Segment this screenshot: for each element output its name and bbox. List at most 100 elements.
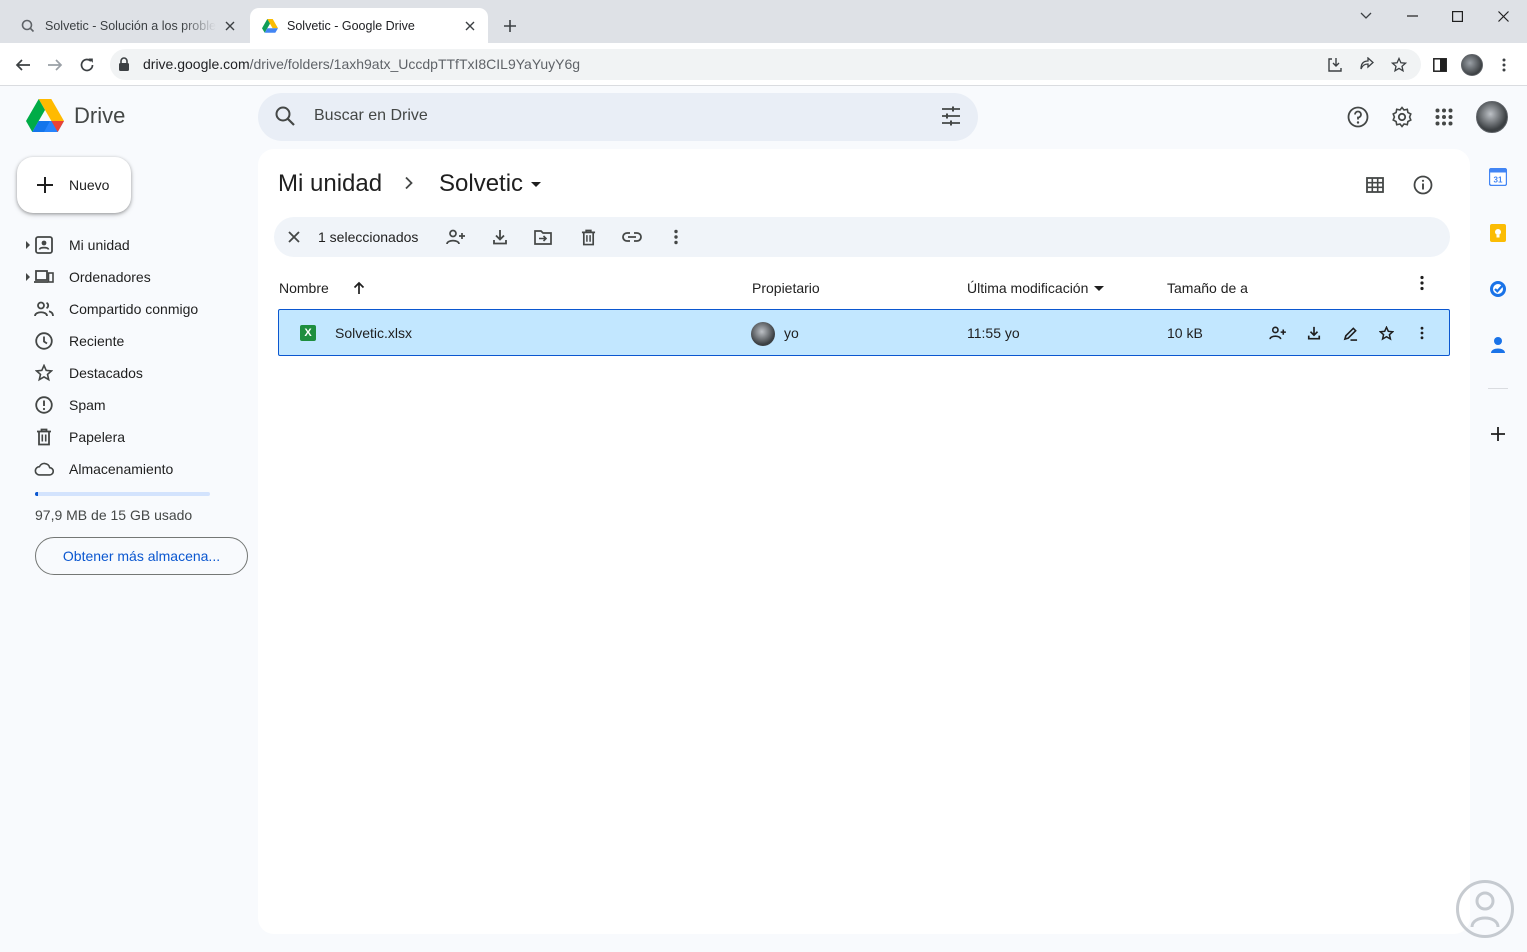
- breadcrumb-chevron-icon: [404, 176, 414, 195]
- new-button-label: Nuevo: [69, 177, 110, 193]
- window-minimize-button[interactable]: [1389, 0, 1435, 32]
- sidebar-item-shared[interactable]: Compartido conmigo: [0, 293, 250, 325]
- tab-close-icon[interactable]: [462, 18, 478, 34]
- star-icon: [34, 363, 54, 383]
- cloud-icon: [34, 459, 54, 479]
- sidebar-item-trash[interactable]: Papelera: [0, 421, 250, 453]
- solvetic-watermark-logo: [1456, 880, 1514, 938]
- get-more-storage-button[interactable]: Obtener más almacena...: [35, 537, 248, 575]
- sidebar-item-label: Spam: [69, 397, 106, 413]
- owner-avatar: [751, 322, 775, 346]
- expand-caret-icon[interactable]: [26, 273, 30, 281]
- settings-gear-icon[interactable]: [1388, 103, 1416, 131]
- calendar-icon[interactable]: 31: [1486, 165, 1510, 189]
- download-icon[interactable]: [488, 225, 512, 249]
- sort-ascending-arrow-icon[interactable]: [352, 281, 366, 295]
- install-app-icon[interactable]: [1325, 55, 1345, 75]
- sidebar-nav: Mi unidad Ordenadores Compartido conmigo…: [0, 229, 250, 485]
- tab-google-drive[interactable]: Solvetic - Google Drive: [250, 8, 488, 43]
- share-icon[interactable]: [1357, 55, 1377, 75]
- window-maximize-button[interactable]: [1434, 0, 1480, 32]
- copy-link-icon[interactable]: [620, 225, 644, 249]
- apps-grid-icon[interactable]: [1430, 103, 1458, 131]
- sidebar-item-label: Compartido conmigo: [69, 301, 199, 317]
- row-star-icon[interactable]: [1375, 322, 1397, 344]
- sidebar-item-spam[interactable]: Spam: [0, 389, 250, 421]
- plus-icon: [35, 175, 55, 195]
- window-collapse-icon[interactable]: [1343, 0, 1389, 32]
- window-close-button[interactable]: [1480, 0, 1526, 32]
- sidebar-item-storage[interactable]: Almacenamiento: [0, 453, 250, 485]
- move-folder-icon[interactable]: [531, 225, 555, 249]
- expand-caret-icon[interactable]: [26, 241, 30, 249]
- tab-close-icon[interactable]: [222, 18, 238, 34]
- drive-app: Drive Buscar en Drive Nuevo Mi unidad Or…: [0, 86, 1527, 952]
- sidebar-item-label: Papelera: [69, 429, 126, 445]
- file-row-selected[interactable]: X Solvetic.xlsx yo 11:55 yo 10 kB: [278, 309, 1450, 356]
- share-add-person-icon[interactable]: [444, 225, 468, 249]
- search-icon[interactable]: [274, 105, 296, 132]
- browser-menu-icon[interactable]: [1491, 52, 1517, 78]
- storage-progress-bar: [35, 492, 210, 496]
- solvetic-favicon-icon: [20, 18, 36, 34]
- search-bar[interactable]: Buscar en Drive: [258, 93, 978, 141]
- search-input[interactable]: Buscar en Drive: [314, 107, 428, 125]
- column-options-icon[interactable]: [1420, 275, 1424, 291]
- column-name[interactable]: Nombre: [279, 280, 366, 296]
- excel-file-icon: X: [300, 325, 316, 341]
- grid-view-icon[interactable]: [1363, 173, 1387, 197]
- file-owner: yo: [784, 325, 799, 341]
- forward-button[interactable]: [41, 51, 69, 79]
- sidebar-item-computers[interactable]: Ordenadores: [0, 261, 250, 293]
- keep-icon[interactable]: [1486, 221, 1510, 245]
- row-more-icon[interactable]: [1411, 322, 1433, 344]
- sidebar-item-label: Mi unidad: [69, 237, 130, 253]
- tab-title: Solvetic - Solución a los problem: [45, 18, 216, 33]
- delete-trash-icon[interactable]: [576, 225, 600, 249]
- lock-icon[interactable]: [118, 57, 130, 76]
- column-owner[interactable]: Propietario: [752, 280, 820, 296]
- file-name[interactable]: Solvetic.xlsx: [335, 325, 412, 341]
- spam-icon: [34, 395, 54, 415]
- new-tab-button[interactable]: [498, 14, 522, 38]
- breadcrumb-current-folder[interactable]: Solvetic: [439, 170, 542, 198]
- column-file-size[interactable]: Tamaño de a: [1167, 280, 1249, 296]
- row-share-icon[interactable]: [1267, 322, 1289, 344]
- sidebar-item-my-drive[interactable]: Mi unidad: [0, 229, 250, 261]
- back-button[interactable]: [9, 51, 37, 79]
- tasks-icon[interactable]: [1486, 277, 1510, 301]
- clear-selection-close-icon[interactable]: [282, 225, 306, 249]
- row-download-icon[interactable]: [1303, 322, 1325, 344]
- sidebar-item-label: Reciente: [69, 333, 125, 349]
- column-last-modified[interactable]: Última modificación: [967, 280, 1105, 296]
- drive-logo[interactable]: Drive: [26, 99, 125, 133]
- sidebar-item-label: Ordenadores: [69, 269, 151, 285]
- search-options-icon[interactable]: [940, 105, 962, 132]
- address-bar[interactable]: drive.google.com/drive/folders/1axh9atx_…: [110, 49, 1421, 80]
- side-panel-divider: [1488, 388, 1508, 389]
- browser-tabstrip: Solvetic - Solución a los problem Solvet…: [0, 0, 1527, 43]
- drive-favicon-icon: [262, 18, 278, 34]
- details-info-icon[interactable]: [1411, 173, 1435, 197]
- row-rename-pencil-icon[interactable]: [1339, 322, 1361, 344]
- reload-button[interactable]: [73, 51, 101, 79]
- new-button[interactable]: Nuevo: [17, 157, 131, 213]
- file-size: 10 kB: [1167, 325, 1203, 341]
- breadcrumb-my-drive[interactable]: Mi unidad: [278, 170, 382, 198]
- side-panel-icon[interactable]: [1427, 52, 1453, 78]
- profile-avatar[interactable]: [1459, 52, 1485, 78]
- sidebar-item-recent[interactable]: Reciente: [0, 325, 250, 357]
- add-addon-plus-icon[interactable]: [1486, 422, 1510, 446]
- more-actions-icon[interactable]: [664, 225, 688, 249]
- browser-toolbar: drive.google.com/drive/folders/1axh9atx_…: [0, 43, 1527, 86]
- column-name-label: Nombre: [279, 280, 329, 296]
- contacts-icon[interactable]: [1486, 333, 1510, 357]
- shared-icon: [34, 299, 54, 319]
- breadcrumb-current-label: Solvetic: [439, 170, 524, 197]
- sidebar-item-starred[interactable]: Destacados: [0, 357, 250, 389]
- url-text[interactable]: drive.google.com/drive/folders/1axh9atx_…: [143, 56, 580, 72]
- tab-solvetic[interactable]: Solvetic - Solución a los problem: [8, 8, 248, 43]
- bookmark-star-icon[interactable]: [1389, 55, 1409, 75]
- help-icon[interactable]: [1344, 103, 1372, 131]
- tab-title: Solvetic - Google Drive: [287, 18, 415, 33]
